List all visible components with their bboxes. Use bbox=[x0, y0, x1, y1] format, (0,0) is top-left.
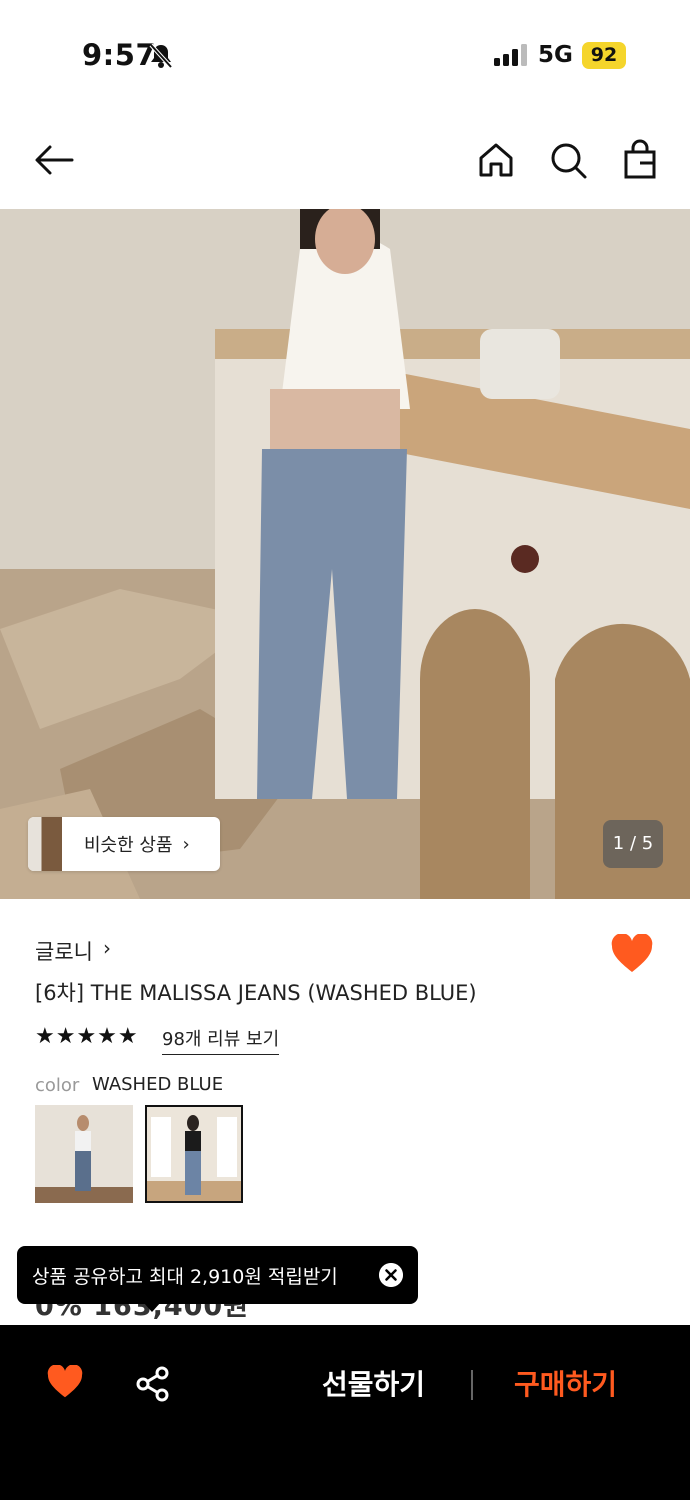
signal-icon bbox=[494, 44, 527, 66]
gift-button[interactable]: 선물하기 bbox=[322, 1363, 425, 1403]
network-type: 5G bbox=[538, 42, 573, 68]
heart-icon[interactable] bbox=[610, 934, 654, 974]
color-label: color bbox=[35, 1075, 80, 1096]
review-link[interactable]: 98개 리뷰 보기 bbox=[162, 1025, 280, 1055]
search-icon[interactable] bbox=[546, 138, 590, 182]
color-option-thumbnail[interactable] bbox=[35, 1105, 133, 1203]
similar-products-label: 비슷한 상품 bbox=[84, 835, 173, 856]
share-icon[interactable] bbox=[135, 1366, 171, 1402]
status-time: 9:57 bbox=[82, 38, 157, 72]
share-reward-toast: 상품 공유하고 최대 2,910원 적립받기 bbox=[17, 1246, 418, 1304]
toast-pointer bbox=[143, 1302, 161, 1312]
home-icon[interactable] bbox=[474, 138, 518, 182]
similar-thumbnail bbox=[28, 817, 62, 871]
product-image[interactable] bbox=[0, 209, 690, 899]
battery-indicator: 92 bbox=[582, 42, 626, 69]
image-pager: 1 / 5 bbox=[603, 820, 663, 868]
divider bbox=[471, 1370, 473, 1400]
bell-muted-icon bbox=[149, 43, 173, 69]
chevron-right-icon: › bbox=[182, 833, 190, 855]
chevron-right-icon[interactable]: › bbox=[103, 936, 111, 960]
toast-text: 상품 공유하고 최대 2,910원 적립받기 bbox=[32, 1265, 338, 1288]
rating-stars: ★★★★★ bbox=[35, 1024, 139, 1049]
color-value: WASHED BLUE bbox=[92, 1074, 224, 1095]
back-arrow-icon[interactable] bbox=[32, 138, 76, 182]
product-title: [6차] THE MALISSA JEANS (WASHED BLUE) bbox=[35, 981, 477, 1005]
top-navigation bbox=[0, 120, 690, 200]
bottom-action-bar: 선물하기 구매하기 bbox=[0, 1325, 690, 1500]
wishlist-heart-icon[interactable] bbox=[46, 1365, 84, 1399]
color-option-thumbnail-selected[interactable] bbox=[145, 1105, 243, 1203]
brand-name[interactable]: 글로니 bbox=[35, 936, 93, 966]
buy-button[interactable]: 구매하기 bbox=[514, 1363, 617, 1403]
similar-products-button[interactable]: 비슷한 상품 › bbox=[28, 817, 220, 871]
status-bar: 9:57 5G 92 bbox=[0, 0, 690, 110]
product-photo bbox=[0, 209, 690, 899]
close-icon[interactable] bbox=[379, 1263, 403, 1287]
shopping-bag-icon[interactable] bbox=[618, 138, 662, 182]
